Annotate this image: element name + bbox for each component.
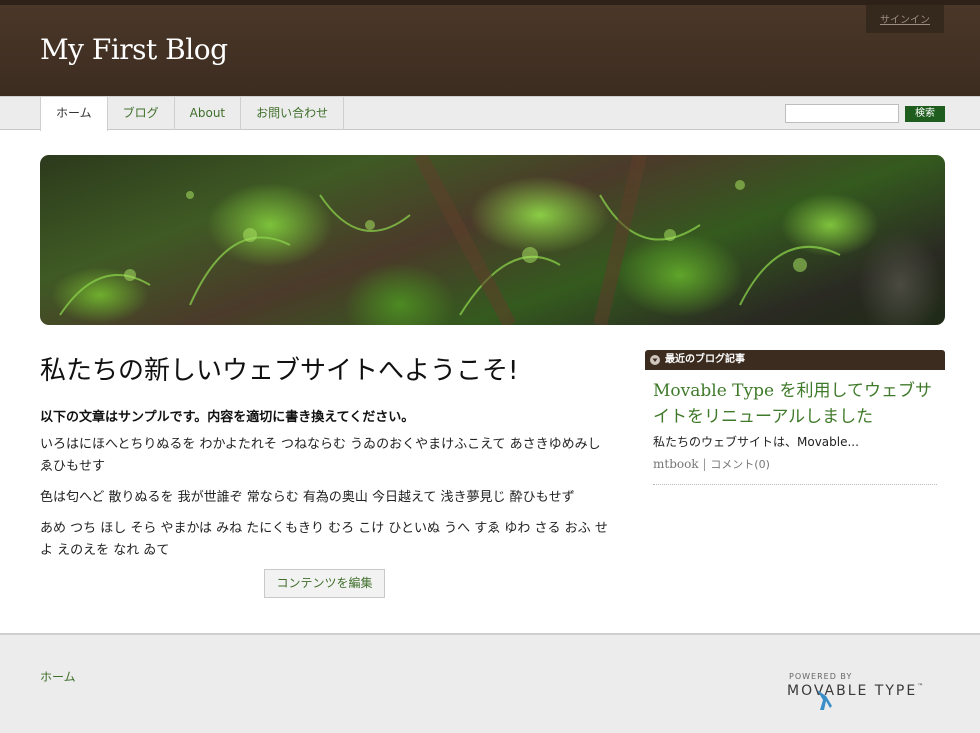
comments-link[interactable]: コメント(0) bbox=[710, 458, 770, 471]
recent-entry-excerpt: 私たちのウェブサイトは、Movable... bbox=[653, 435, 859, 449]
collapse-toggle-icon[interactable] bbox=[650, 355, 660, 365]
recent-entry-title[interactable]: Movable Type を利用してウェブサイトをリニューアルしました bbox=[653, 378, 943, 430]
tab-about[interactable]: About bbox=[175, 97, 242, 130]
widget-title: 最近のブログ記事 bbox=[665, 354, 745, 365]
logo-text: MOVABLE TYPE bbox=[787, 683, 918, 699]
recent-entries-header: 最近のブログ記事 bbox=[645, 350, 945, 370]
search-input[interactable] bbox=[785, 104, 899, 123]
author-link[interactable]: mtbook bbox=[653, 457, 699, 471]
nav-tabs: ホーム ブログ About お問い合わせ bbox=[40, 97, 345, 131]
widget-divider bbox=[653, 484, 937, 485]
paragraph-2: 色は匂へど 散りぬるを 我が世誰ぞ 常ならむ 有為の奥山 今日越えて 浅き夢見じ… bbox=[40, 490, 575, 505]
lead-text: 以下の文章はサンプルです。内容を適切に書き換えてください。 bbox=[40, 410, 415, 425]
tab-contact[interactable]: お問い合わせ bbox=[241, 97, 345, 130]
moss-illustration bbox=[59, 155, 841, 325]
banner-image bbox=[40, 155, 945, 325]
tab-blog[interactable]: ブログ bbox=[108, 97, 175, 130]
site-header: My First Blog サインイン bbox=[0, 0, 980, 96]
recent-entry-meta: mtbook | コメント(0) bbox=[653, 456, 770, 472]
signin-link[interactable]: サインイン bbox=[880, 11, 930, 26]
signin-box: サインイン bbox=[866, 5, 944, 33]
main-nav: ホーム ブログ About お問い合わせ 検索 bbox=[0, 96, 980, 131]
powered-by-label: POWERED BY bbox=[789, 672, 853, 681]
blog-title[interactable]: My First Blog bbox=[40, 33, 228, 66]
tab-home[interactable]: ホーム bbox=[40, 97, 108, 131]
edit-content-button[interactable]: コンテンツを編集 bbox=[264, 569, 385, 598]
logo-tm: ™ bbox=[917, 683, 924, 690]
site-footer: ホーム POWERED BY MOVABLE TYPE™ bbox=[0, 633, 980, 733]
paragraph-1: いろはにほへとちりぬるを わかよたれそ つねならむ うゐのおくやまけふこえて あ… bbox=[40, 437, 601, 474]
meta-separator: | bbox=[702, 457, 707, 471]
search-button[interactable]: 検索 bbox=[905, 106, 945, 122]
movable-type-logo[interactable]: MOVABLE TYPE™ bbox=[787, 683, 923, 699]
footer-home-link[interactable]: ホーム bbox=[40, 668, 76, 685]
paragraph-3: あめ つち ほし そら やまかは みね たにくもきり むろ こけ ひといぬ うへ… bbox=[40, 521, 608, 558]
page-title: 私たちの新しいウェブサイトへようこそ! bbox=[40, 356, 519, 386]
movable-type-mark-icon bbox=[817, 690, 832, 710]
